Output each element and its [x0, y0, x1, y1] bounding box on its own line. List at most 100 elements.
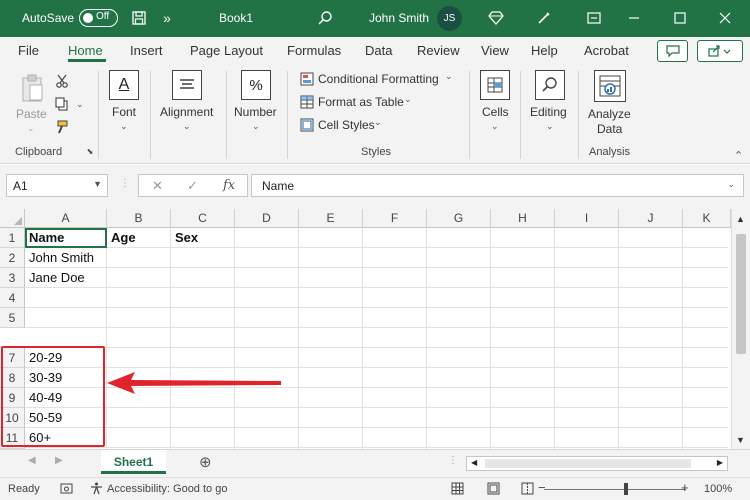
menu-view[interactable]: View — [481, 43, 509, 58]
scroll-up-icon[interactable]: ▲ — [736, 214, 745, 224]
horizontal-scroll-thumb[interactable] — [485, 459, 691, 468]
menu-help[interactable]: Help — [531, 43, 558, 58]
name-box[interactable]: A1 ▼ — [6, 174, 108, 197]
editing-chevron-icon[interactable]: ⌄ — [546, 121, 554, 132]
row-header-1[interactable]: 1 — [0, 228, 25, 248]
close-icon[interactable] — [716, 9, 734, 27]
column-header-j[interactable]: J — [619, 209, 683, 228]
cells-label[interactable]: Cells — [482, 105, 509, 119]
number-chevron-icon[interactable]: ⌄ — [252, 121, 260, 132]
paste-label[interactable]: Paste — [16, 107, 47, 121]
drag-handle-icon[interactable]: ⋮ — [120, 178, 130, 189]
number-label[interactable]: Number — [234, 105, 277, 119]
scroll-down-icon[interactable]: ▼ — [736, 435, 745, 445]
search-icon[interactable] — [316, 9, 334, 27]
zoom-slider-track[interactable] — [544, 489, 686, 490]
scroll-right-icon[interactable]: ▶ — [717, 458, 723, 467]
ribbon-display-icon[interactable] — [585, 9, 603, 27]
minimize-icon[interactable] — [625, 9, 643, 27]
cancel-icon[interactable]: ✕ — [152, 178, 163, 194]
tab-sheet1[interactable]: Sheet1 — [101, 450, 166, 474]
percent-icon[interactable]: % — [241, 70, 271, 100]
next-sheet-icon[interactable]: ▶ — [55, 455, 63, 466]
tab-split-handle-icon[interactable]: ⋮ — [448, 455, 458, 466]
menu-insert[interactable]: Insert — [130, 43, 163, 58]
menu-acrobat[interactable]: Acrobat — [584, 43, 629, 58]
cell-b1[interactable]: Age — [107, 228, 136, 248]
copy-icon[interactable] — [54, 96, 70, 112]
scroll-left-icon[interactable]: ◀ — [471, 458, 477, 467]
format-as-table-chevron-icon[interactable]: ⌄ — [404, 94, 412, 105]
column-header-b[interactable]: B — [107, 209, 171, 228]
analyze-data-label-line2[interactable]: Data — [597, 122, 622, 136]
alignment-label[interactable]: Alignment — [160, 105, 213, 119]
zoom-in-button[interactable]: + — [681, 480, 689, 495]
format-as-table-icon[interactable] — [299, 94, 315, 110]
menu-data[interactable]: Data — [365, 43, 392, 58]
spreadsheet-grid[interactable]: A B C D E F G H I J K 1 2 3 4 5 7 8 9 10… — [0, 209, 750, 449]
format-painter-icon[interactable] — [54, 119, 70, 135]
copy-chevron-icon[interactable]: ⌄ — [76, 99, 84, 110]
chevron-down-icon[interactable]: ▼ — [93, 179, 102, 189]
cell-a2[interactable]: John Smith — [25, 248, 94, 268]
accessibility-status[interactable]: Accessibility: Good to go — [107, 483, 227, 495]
editing-label[interactable]: Editing — [530, 105, 567, 119]
cut-icon[interactable] — [54, 73, 70, 89]
zoom-slider-thumb[interactable] — [624, 483, 628, 495]
cell-a3[interactable]: Jane Doe — [25, 268, 85, 288]
column-header-i[interactable]: I — [555, 209, 619, 228]
formula-input[interactable]: Name ⌄ — [251, 174, 744, 197]
row-header-5[interactable]: 5 — [0, 308, 25, 328]
alignment-chevron-icon[interactable]: ⌄ — [183, 121, 191, 132]
font-label[interactable]: Font — [112, 105, 136, 119]
select-all-button[interactable] — [0, 209, 25, 228]
cell-a1[interactable]: Name — [25, 228, 64, 248]
column-header-g[interactable]: G — [427, 209, 491, 228]
zoom-level[interactable]: 100% — [704, 483, 732, 495]
share-button[interactable] — [697, 40, 743, 62]
paste-icon[interactable] — [20, 73, 44, 103]
conditional-formatting-icon[interactable] — [299, 71, 315, 87]
cells-icon[interactable] — [480, 70, 510, 100]
horizontal-scrollbar[interactable]: ◀ ▶ — [466, 456, 728, 471]
prev-sheet-icon[interactable]: ◀ — [28, 455, 36, 466]
column-header-k[interactable]: K — [683, 209, 731, 228]
paste-chevron-icon[interactable]: ⌄ — [27, 123, 35, 134]
font-chevron-icon[interactable]: ⌄ — [120, 121, 128, 132]
column-header-d[interactable]: D — [235, 209, 299, 228]
page-break-view-icon[interactable] — [521, 482, 534, 498]
page-layout-view-icon[interactable] — [487, 482, 500, 498]
collapse-ribbon-icon[interactable]: ⌃ — [734, 149, 743, 162]
diamond-icon[interactable] — [487, 9, 505, 27]
column-header-c[interactable]: C — [171, 209, 235, 228]
column-header-f[interactable]: F — [363, 209, 427, 228]
scroll-thumb[interactable] — [736, 234, 746, 354]
autosave-toggle[interactable]: Off — [79, 9, 118, 27]
cell-styles-label[interactable]: Cell Styles — [318, 118, 375, 132]
maximize-icon[interactable] — [671, 9, 689, 27]
cell-c1[interactable]: Sex — [171, 228, 198, 248]
vertical-scrollbar[interactable]: ▲ ▼ — [731, 209, 750, 449]
comments-button[interactable] — [657, 40, 688, 62]
add-sheet-icon[interactable]: ⊕ — [199, 453, 212, 471]
row-header-3[interactable]: 3 — [0, 268, 25, 288]
editing-search-icon[interactable] — [535, 70, 565, 100]
enter-icon[interactable]: ✓ — [187, 178, 198, 194]
column-header-h[interactable]: H — [491, 209, 555, 228]
pen-icon[interactable] — [535, 9, 553, 27]
save-icon[interactable] — [130, 9, 148, 27]
conditional-formatting-chevron-icon[interactable]: ⌄ — [445, 71, 453, 82]
cell-styles-icon[interactable] — [299, 117, 315, 133]
alignment-icon[interactable] — [172, 70, 202, 100]
font-icon[interactable]: A — [109, 70, 139, 100]
zoom-out-button[interactable]: − — [538, 480, 546, 495]
column-header-a[interactable]: A — [25, 209, 107, 228]
dialog-launcher-icon[interactable]: ⬊ — [85, 146, 95, 156]
avatar[interactable]: JS — [437, 6, 462, 31]
menu-page-layout[interactable]: Page Layout — [190, 43, 263, 58]
conditional-formatting-label[interactable]: Conditional Formatting — [318, 72, 439, 86]
normal-view-icon[interactable] — [451, 482, 464, 498]
expand-formula-icon[interactable]: ⌄ — [727, 179, 735, 190]
insert-function-icon[interactable]: fx — [223, 178, 235, 193]
macro-icon[interactable] — [60, 482, 73, 498]
